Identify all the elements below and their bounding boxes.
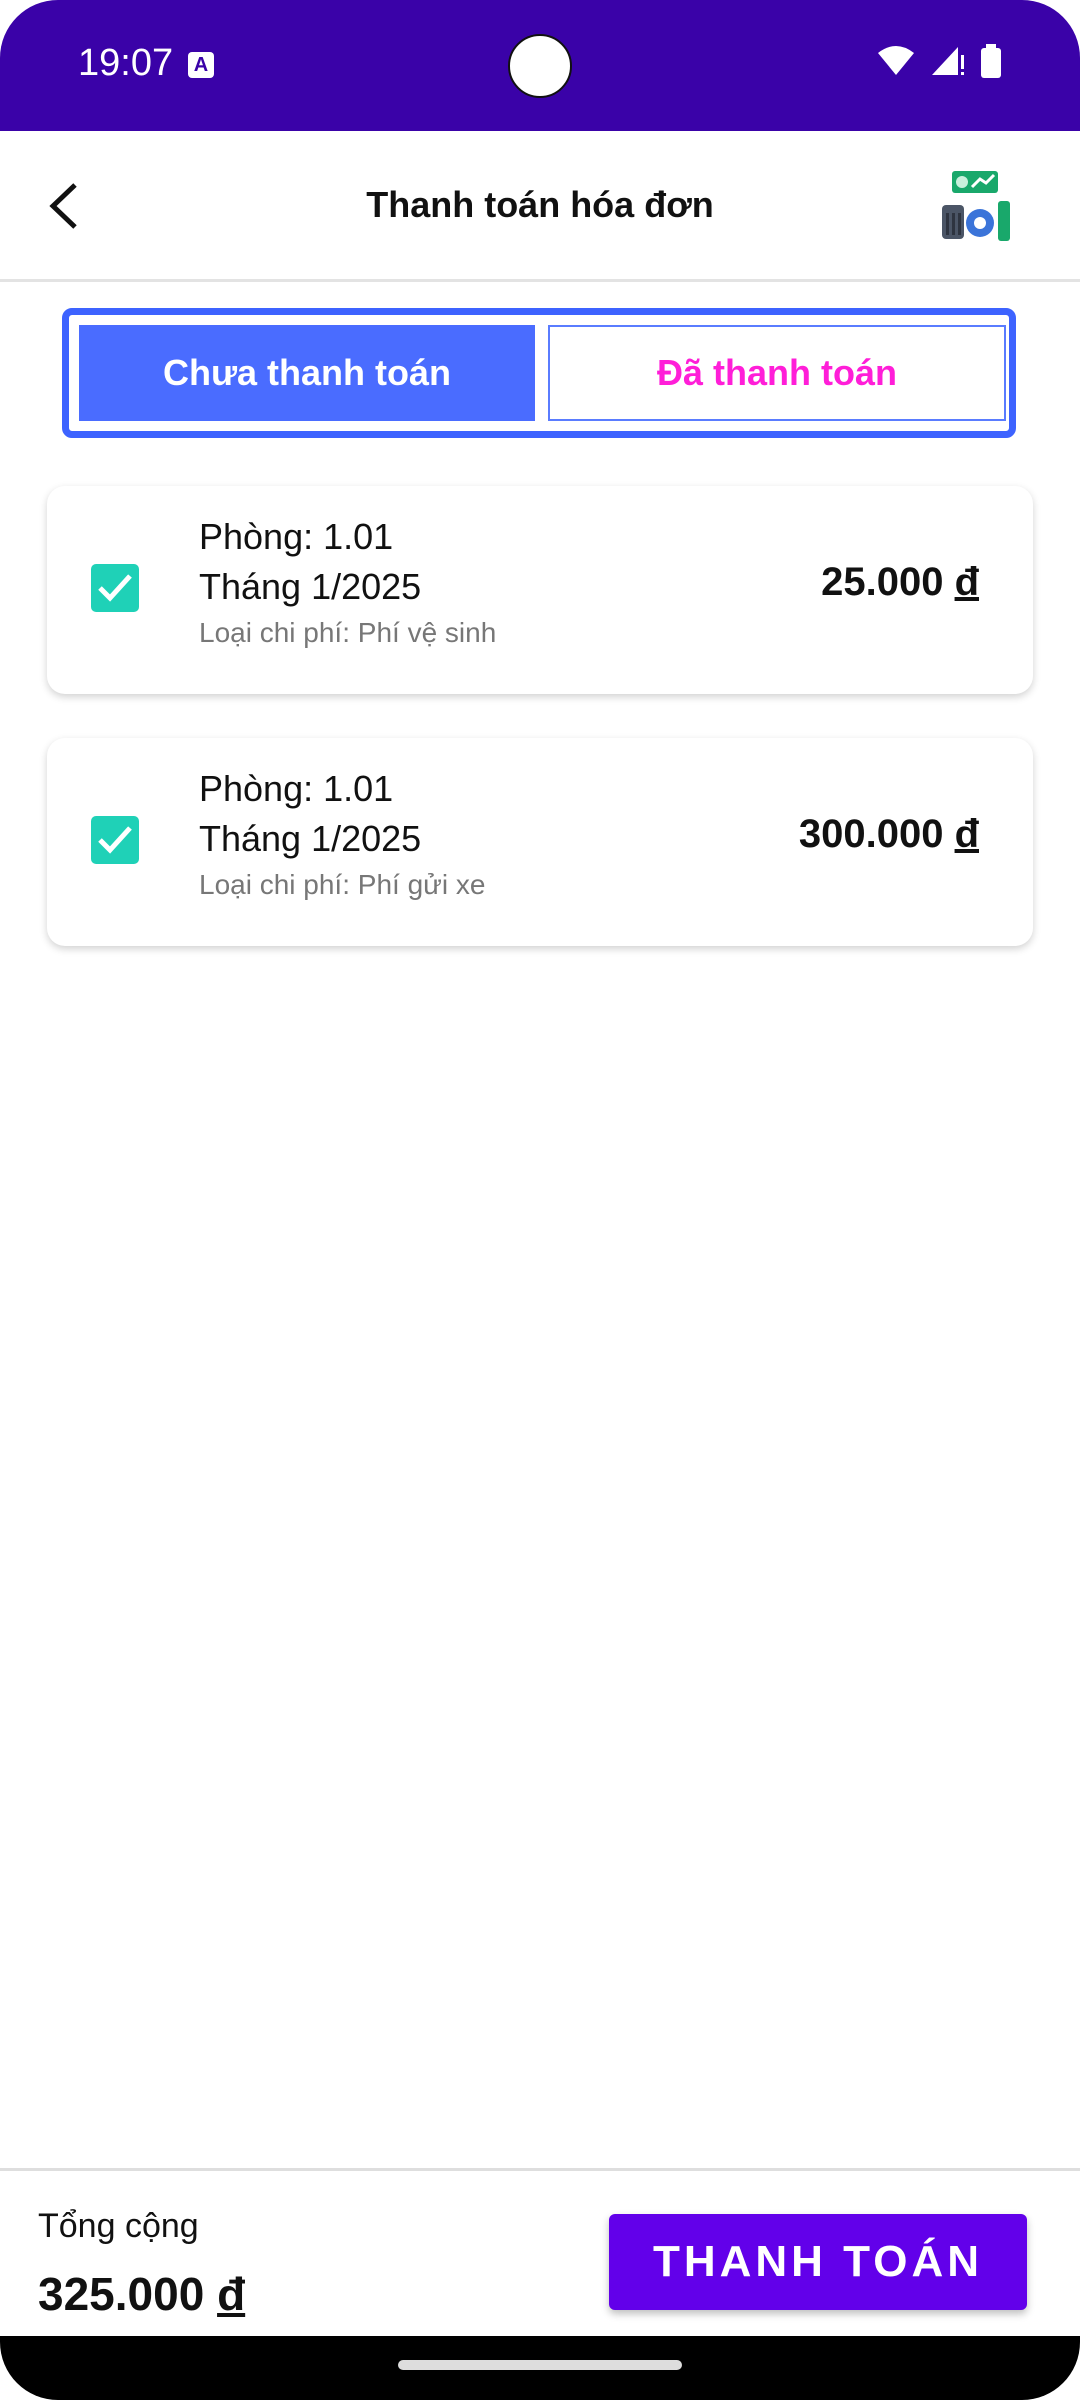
signal-icon <box>932 47 964 75</box>
wifi-icon <box>878 46 914 75</box>
total-amount: 325.000 đ <box>38 2267 245 2321</box>
bill-amount-value: 300.000 <box>798 812 944 856</box>
payment-status-tabs: Chưa thanh toán Đã thanh toán <box>62 308 1016 438</box>
currency-symbol: đ <box>217 2268 246 2320</box>
app-bar: Thanh toán hóa đơn <box>0 131 1080 282</box>
currency-symbol: đ <box>954 560 979 604</box>
front-camera <box>508 34 572 98</box>
bill-amount: 25.000 đ <box>821 560 979 605</box>
total-amount-value: 325.000 <box>38 2268 205 2320</box>
finance-settings-icon <box>942 171 1010 241</box>
status-icons <box>876 44 1002 78</box>
page-title: Thanh toán hóa đơn <box>366 184 714 225</box>
currency-symbol: đ <box>954 812 979 856</box>
system-nav-bar <box>0 2336 1080 2400</box>
total-label: Tổng cộng <box>38 2207 199 2245</box>
bill-room: Phòng: 1.01 <box>199 768 394 809</box>
checkmark-icon <box>98 826 132 854</box>
pay-button[interactable]: THANH TOÁN <box>609 2214 1027 2310</box>
bill-month: Tháng 1/2025 <box>199 566 422 607</box>
bill-checkbox[interactable] <box>91 564 139 612</box>
home-indicator[interactable] <box>398 2360 682 2370</box>
checkout-bar: Tổng cộng 325.000 đ THANH TOÁN <box>0 2168 1080 2339</box>
tab-paid[interactable]: Đã thanh toán <box>548 325 1006 421</box>
status-bar: 19:07 A <box>0 0 1080 131</box>
tab-unpaid[interactable]: Chưa thanh toán <box>79 325 535 421</box>
bill-cost-type: Loại chi phí: Phí gửi xe <box>199 869 486 900</box>
bill-month: Tháng 1/2025 <box>199 818 422 859</box>
status-time: 19:07 <box>78 42 174 84</box>
bill-card[interactable]: Phòng: 1.01 Tháng 1/2025 Loại chi phí: P… <box>47 738 1033 946</box>
bill-room: Phòng: 1.01 <box>199 516 394 557</box>
bill-cost-type: Loại chi phí: Phí vệ sinh <box>199 617 497 648</box>
bill-amount-value: 25.000 <box>821 560 944 604</box>
bill-amount: 300.000 đ <box>799 812 979 857</box>
checkmark-icon <box>98 574 132 602</box>
bill-card[interactable]: Phòng: 1.01 Tháng 1/2025 Loại chi phí: P… <box>47 486 1033 694</box>
bill-checkbox[interactable] <box>91 816 139 864</box>
keyboard-notification-icon: A <box>188 52 214 78</box>
battery-icon <box>981 44 1001 78</box>
